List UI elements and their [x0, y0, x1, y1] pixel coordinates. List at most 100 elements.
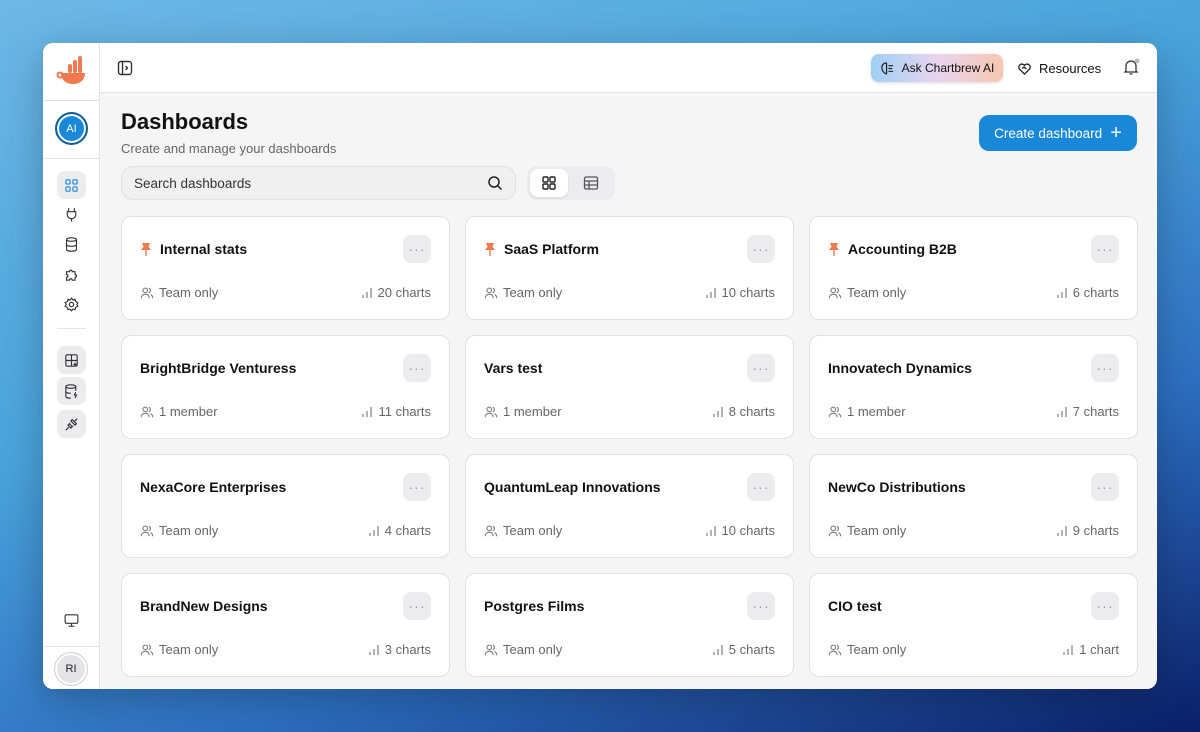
dashboard-card[interactable]: Internal stats ··· Team only 20 charts — [121, 216, 450, 320]
grid-view-button[interactable] — [530, 169, 568, 197]
user-initials: RI — [65, 663, 77, 675]
dashboard-name[interactable]: Accounting B2B — [848, 241, 957, 257]
card-title-row: Innovatech Dynamics — [828, 360, 972, 376]
monitor-icon[interactable] — [57, 606, 86, 634]
card-title-row: Postgres Films — [484, 598, 584, 614]
dashboard-card[interactable]: Postgres Films ··· Team only 5 charts — [465, 573, 794, 677]
user-avatar[interactable]: RI — [55, 653, 87, 685]
bar-chart-icon — [1063, 644, 1073, 655]
access-label: Team only — [503, 642, 563, 657]
users-icon — [484, 525, 498, 536]
search-icon[interactable] — [487, 175, 503, 191]
dashboard-name[interactable]: NewCo Distributions — [828, 479, 966, 495]
dashboard-card[interactable]: Innovatech Dynamics ··· 1 member 7 chart… — [809, 335, 1138, 439]
more-options-button[interactable]: ··· — [747, 354, 775, 382]
chart-count-label: 9 charts — [1072, 523, 1119, 538]
access-label: Team only — [847, 285, 907, 300]
create-dashboard-button[interactable]: Create dashboard + — [979, 115, 1137, 151]
access-label: 1 member — [503, 404, 562, 419]
dashboard-card[interactable]: BrandNew Designs ··· Team only 3 charts — [121, 573, 450, 677]
dashboard-name[interactable]: Innovatech Dynamics — [828, 360, 972, 376]
access-label: Team only — [159, 285, 219, 300]
access-info: Team only — [828, 285, 906, 300]
search-input[interactable]: Search dashboards — [121, 166, 516, 200]
more-options-button[interactable]: ··· — [403, 354, 431, 382]
more-options-button[interactable]: ··· — [1091, 354, 1119, 382]
dashboard-name[interactable]: QuantumLeap Innovations — [484, 479, 661, 495]
more-options-button[interactable]: ··· — [403, 473, 431, 501]
users-icon — [484, 406, 498, 417]
users-icon — [828, 644, 842, 655]
access-info: 1 member — [140, 404, 218, 419]
toggle-sidebar-icon[interactable] — [117, 60, 133, 76]
access-info: Team only — [140, 285, 218, 300]
create-dashboard-label: Create dashboard — [994, 125, 1103, 141]
table-icon — [583, 176, 599, 190]
chart-count: 6 charts — [1056, 285, 1119, 300]
dashboard-card[interactable]: Vars test ··· 1 member 8 charts — [465, 335, 794, 439]
access-info: Team only — [140, 642, 218, 657]
more-options-button[interactable]: ··· — [1091, 235, 1119, 263]
access-info: 1 member — [828, 404, 906, 419]
dashboard-card[interactable]: NexaCore Enterprises ··· Team only 4 cha… — [121, 454, 450, 558]
access-info: 1 member — [484, 404, 562, 419]
dashboard-name[interactable]: Vars test — [484, 360, 542, 376]
database-icon[interactable] — [57, 230, 86, 258]
more-options-button[interactable]: ··· — [747, 473, 775, 501]
database-lightning-icon[interactable] — [57, 377, 86, 405]
users-icon — [140, 525, 154, 536]
pin-icon[interactable] — [140, 242, 152, 256]
pin-icon[interactable] — [828, 242, 840, 256]
bar-chart-icon — [362, 406, 373, 417]
chart-count: 3 charts — [368, 642, 431, 657]
chart-count: 20 charts — [361, 285, 431, 300]
dashboard-card[interactable]: BrightBridge Venturess ··· 1 member 11 c… — [121, 335, 450, 439]
more-options-button[interactable]: ··· — [747, 592, 775, 620]
access-label: Team only — [847, 642, 907, 657]
more-options-button[interactable]: ··· — [403, 235, 431, 263]
dashboard-card[interactable]: NewCo Distributions ··· Team only 9 char… — [809, 454, 1138, 558]
pin-icon[interactable] — [484, 242, 496, 256]
grid-icon — [542, 176, 556, 190]
dashboard-card[interactable]: CIO test ··· Team only 1 chart — [809, 573, 1138, 677]
resources-button[interactable]: Resources — [1017, 54, 1101, 82]
sidebar: AI RI — [43, 43, 100, 689]
chart-count-label: 3 charts — [384, 642, 431, 657]
dashboard-card[interactable]: Accounting B2B ··· Team only 6 charts — [809, 216, 1138, 320]
access-info: Team only — [484, 285, 562, 300]
plug-icon[interactable] — [57, 200, 86, 228]
table-view-button[interactable] — [572, 169, 610, 197]
dashboard-name[interactable]: SaaS Platform — [504, 241, 599, 257]
notifications-bell-icon[interactable] — [1122, 58, 1140, 76]
chartbrew-logo[interactable] — [56, 55, 86, 87]
add-chart-icon[interactable] — [57, 346, 86, 374]
dashboard-name[interactable]: BrandNew Designs — [140, 598, 268, 614]
dashboard-name[interactable]: Postgres Films — [484, 598, 584, 614]
team-avatar[interactable]: AI — [55, 112, 88, 145]
card-title-row: Vars test — [484, 360, 542, 376]
dashboards-nav-icon[interactable] — [57, 171, 86, 199]
dashboard-card[interactable]: SaaS Platform ··· Team only 10 charts — [465, 216, 794, 320]
bar-chart-icon — [705, 287, 716, 298]
access-info: Team only — [484, 642, 562, 657]
card-title-row: BrandNew Designs — [140, 598, 268, 614]
more-options-button[interactable]: ··· — [1091, 592, 1119, 620]
heart-handshake-icon — [1018, 62, 1031, 75]
card-title-row: Internal stats — [140, 241, 247, 257]
connection-plug-icon[interactable] — [57, 410, 86, 438]
more-options-button[interactable]: ··· — [403, 592, 431, 620]
dashboard-name[interactable]: NexaCore Enterprises — [140, 479, 286, 495]
puzzle-icon[interactable] — [57, 260, 86, 288]
settings-gear-icon[interactable] — [57, 290, 86, 318]
dashboard-name[interactable]: BrightBridge Venturess — [140, 360, 296, 376]
dashboard-name[interactable]: CIO test — [828, 598, 882, 614]
more-options-button[interactable]: ··· — [1091, 473, 1119, 501]
users-icon — [484, 287, 498, 298]
dashboard-card[interactable]: QuantumLeap Innovations ··· Team only 10… — [465, 454, 794, 558]
more-options-button[interactable]: ··· — [747, 235, 775, 263]
ask-ai-button[interactable]: Ask Chartbrew AI — [871, 54, 1003, 82]
dashboard-name[interactable]: Internal stats — [160, 241, 247, 257]
plus-icon: + — [1110, 122, 1122, 144]
chart-count-label: 6 charts — [1072, 285, 1119, 300]
users-icon — [828, 525, 842, 536]
